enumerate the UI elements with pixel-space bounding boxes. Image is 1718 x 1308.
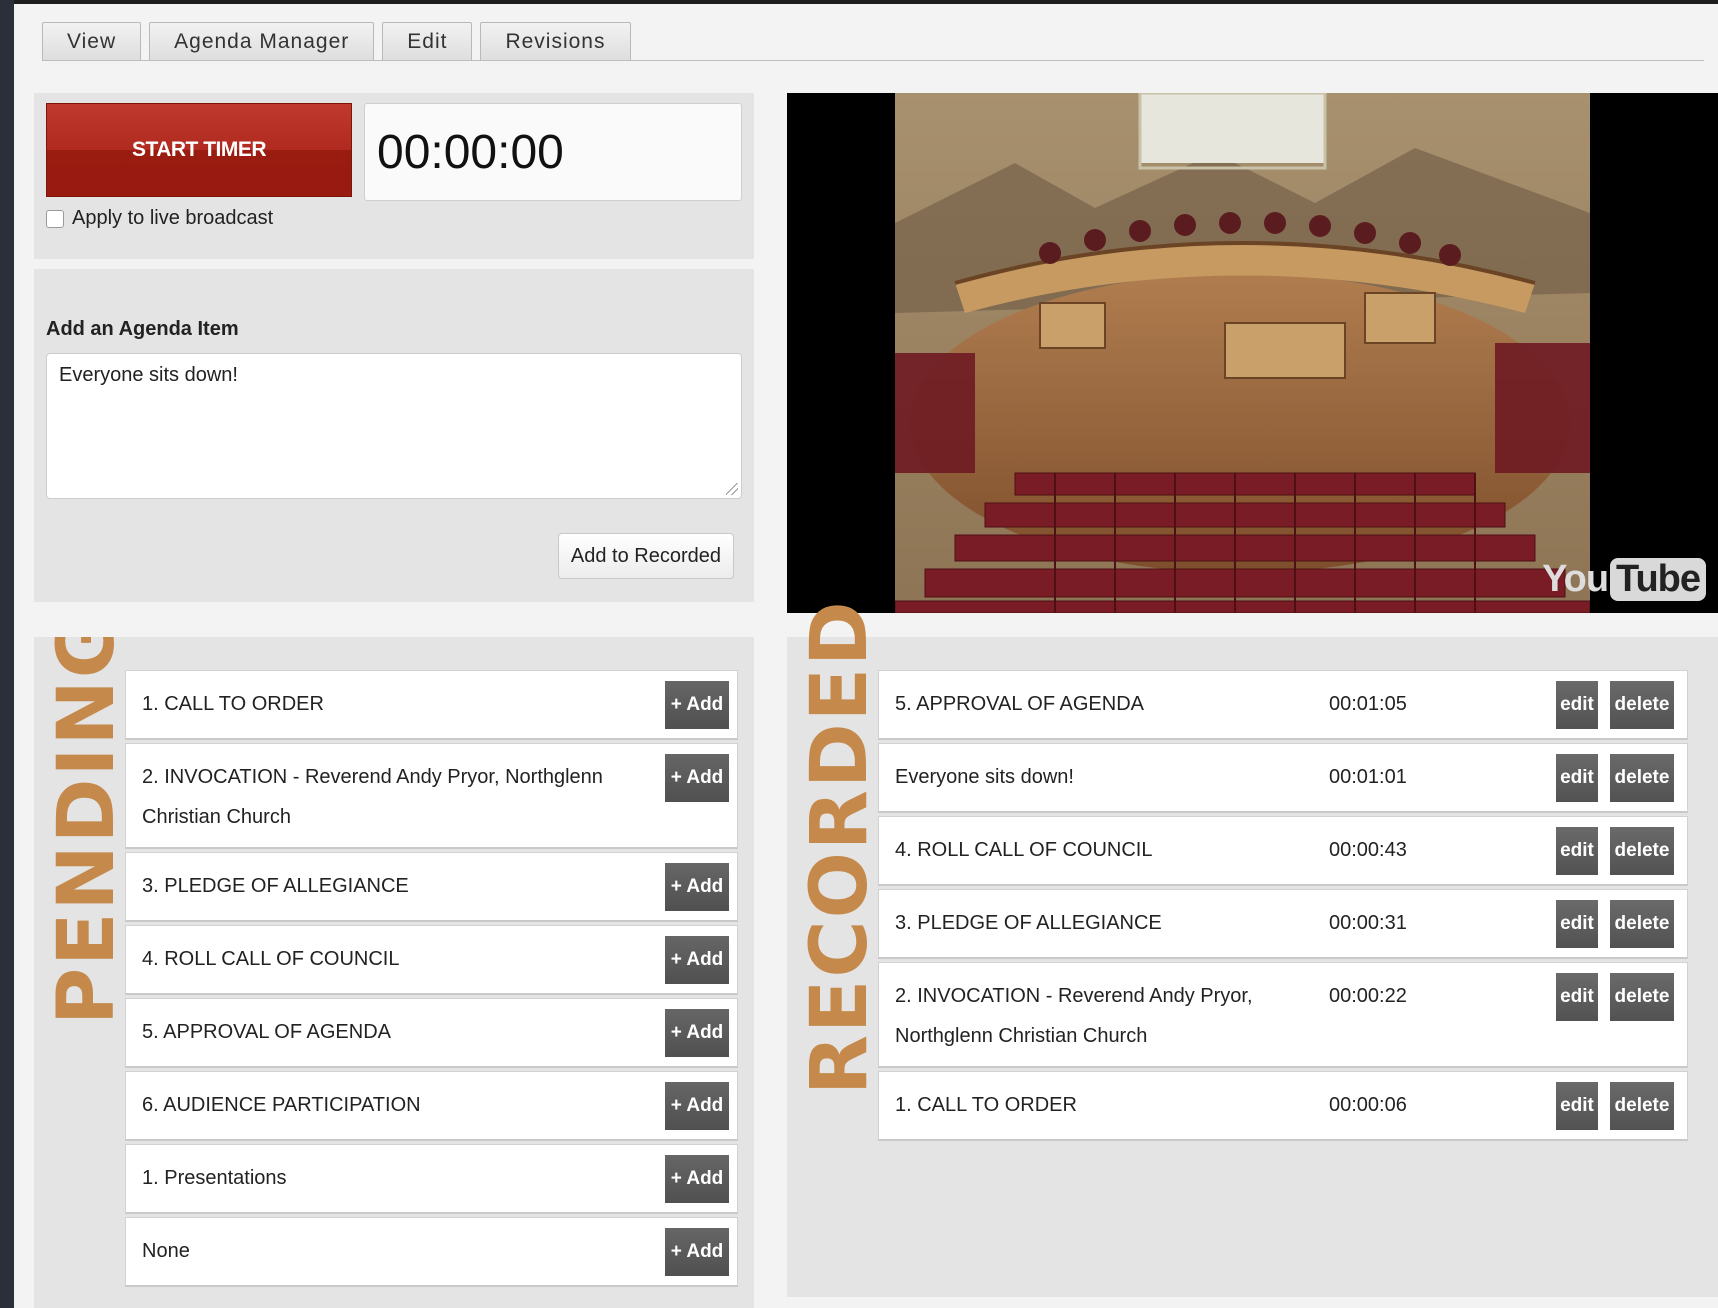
add-item-button[interactable]: + Add <box>665 863 729 911</box>
recorded-item: 2. INVOCATION - Reverend Andy Pryor, Nor… <box>878 962 1688 1068</box>
pending-item-label: 1. CALL TO ORDER <box>142 693 324 715</box>
delete-button[interactable]: delete <box>1610 1082 1674 1130</box>
pending-item-label: 6. AUDIENCE PARTICIPATION <box>142 1094 421 1116</box>
recorded-item-time: 00:00:06 <box>1329 1094 1407 1116</box>
recorded-item-label: 4. ROLL CALL OF COUNCIL <box>895 839 1153 861</box>
recorded-item-label: 2. INVOCATION - Reverend Andy Pryor, Nor… <box>895 985 1253 1047</box>
pending-item: 2. INVOCATION - Reverend Andy Pryor, Nor… <box>125 743 738 849</box>
edit-button[interactable]: edit <box>1556 681 1598 729</box>
recorded-item-label: 5. APPROVAL OF AGENDA <box>895 693 1144 715</box>
youtube-logo-tube: Tube <box>1610 558 1706 601</box>
tab-view[interactable]: View <box>42 22 142 60</box>
recorded-item-label: 3. PLEDGE OF ALLEGIANCE <box>895 912 1162 934</box>
pending-item: 4. ROLL CALL OF COUNCIL + Add <box>125 925 738 995</box>
delete-button[interactable]: delete <box>1610 973 1674 1021</box>
pending-item-label: 2. INVOCATION - Reverend Andy Pryor, Nor… <box>142 766 603 828</box>
delete-button[interactable]: delete <box>1610 827 1674 875</box>
pending-item: 5. APPROVAL OF AGENDA + Add <box>125 998 738 1068</box>
agenda-manager-window: View Agenda Manager Edit Revisions START… <box>14 0 1718 1308</box>
tab-agenda-manager[interactable]: Agenda Manager <box>149 22 375 60</box>
pending-item: 1. Presentations + Add <box>125 1144 738 1214</box>
broadcast-label: Apply to live broadcast <box>72 207 274 229</box>
timer-panel: START TIMER 00:00:00 Apply to live broad… <box>34 93 754 259</box>
recorded-item-time: 00:01:01 <box>1329 766 1407 788</box>
recorded-panel: RECORDED 5. APPROVAL OF AGENDA 00:01:05 ed… <box>787 599 1718 1297</box>
pending-item-label: 3. PLEDGE OF ALLEGIANCE <box>142 875 409 897</box>
pending-item-label: 1. Presentations <box>142 1167 287 1189</box>
add-item-button[interactable]: + Add <box>665 681 729 729</box>
broadcast-option[interactable]: Apply to live broadcast <box>46 207 273 230</box>
pending-item: None + Add <box>125 1217 738 1287</box>
recorded-item-time: 00:00:22 <box>1329 985 1407 1007</box>
add-to-recorded-button[interactable]: Add to Recorded <box>557 533 734 579</box>
recorded-heading: RECORDED <box>795 599 885 1095</box>
youtube-logo-you: You <box>1542 558 1609 600</box>
pending-item: 1. CALL TO ORDER + Add <box>125 670 738 740</box>
recorded-item: 5. APPROVAL OF AGENDA 00:01:05 edit delete <box>878 670 1688 740</box>
tab-divider <box>42 60 1704 61</box>
pending-item-label: 4. ROLL CALL OF COUNCIL <box>142 948 400 970</box>
add-item-button[interactable]: + Add <box>665 1228 729 1276</box>
edit-button[interactable]: edit <box>1556 973 1598 1021</box>
recorded-list: 5. APPROVAL OF AGENDA 00:01:05 edit delete E… <box>878 670 1688 1144</box>
recorded-item: 1. CALL TO ORDER 00:00:06 edit delete <box>878 1071 1688 1141</box>
tab-revisions[interactable]: Revisions <box>480 22 631 60</box>
video-player[interactable]: You Tube <box>787 93 1718 613</box>
delete-button[interactable]: delete <box>1610 681 1674 729</box>
recorded-item: Everyone sits down! 00:01:01 edit delete <box>878 743 1688 813</box>
delete-button[interactable]: delete <box>1610 900 1674 948</box>
add-agenda-item-label: Add an Agenda Item <box>46 318 239 340</box>
recorded-item-label: Everyone sits down! <box>895 766 1074 788</box>
recorded-item-time: 00:00:31 <box>1329 912 1407 934</box>
resize-grip-icon[interactable] <box>726 483 738 495</box>
tab-edit[interactable]: Edit <box>382 22 473 60</box>
recorded-item-label: 1. CALL TO ORDER <box>895 1094 1077 1116</box>
pending-item-label: None <box>142 1240 190 1262</box>
recorded-item: 4. ROLL CALL OF COUNCIL 00:00:43 edit delet… <box>878 816 1688 886</box>
timer-display: 00:00:00 <box>364 103 742 201</box>
broadcast-checkbox[interactable] <box>46 209 64 228</box>
edit-button[interactable]: edit <box>1556 1082 1598 1130</box>
pending-item: 3. PLEDGE OF ALLEGIANCE + Add <box>125 852 738 922</box>
add-item-button[interactable]: + Add <box>665 936 729 984</box>
add-item-button[interactable]: + Add <box>665 1155 729 1203</box>
recorded-item-time: 00:00:43 <box>1329 839 1407 861</box>
add-item-button[interactable]: + Add <box>665 1009 729 1057</box>
pending-panel: PENDING 1. CALL TO ORDER + Add 2. INVOCATI… <box>34 637 754 1308</box>
tab-bar: View Agenda Manager Edit Revisions <box>42 22 631 60</box>
pending-item: 6. AUDIENCE PARTICIPATION + Add <box>125 1071 738 1141</box>
youtube-logo[interactable]: You Tube <box>1542 558 1706 601</box>
agenda-item-textarea[interactable]: Everyone sits down! <box>46 353 742 499</box>
recorded-item: 3. PLEDGE OF ALLEGIANCE 00:00:31 edit delet… <box>878 889 1688 959</box>
video-frame-council-chamber <box>895 93 1590 613</box>
pending-item-label: 5. APPROVAL OF AGENDA <box>142 1021 391 1043</box>
add-item-button[interactable]: + Add <box>665 1082 729 1130</box>
edit-button[interactable]: edit <box>1556 754 1598 802</box>
start-timer-button[interactable]: START TIMER <box>46 103 352 197</box>
pending-heading: PENDING <box>42 637 132 1025</box>
add-agenda-item-panel: Add an Agenda Item Everyone sits down! A… <box>34 269 754 602</box>
edit-button[interactable]: edit <box>1556 827 1598 875</box>
recorded-item-time: 00:01:05 <box>1329 693 1407 715</box>
pending-list: 1. CALL TO ORDER + Add 2. INVOCATION - Rev… <box>125 670 738 1290</box>
add-item-button[interactable]: + Add <box>665 754 729 802</box>
edit-button[interactable]: edit <box>1556 900 1598 948</box>
agenda-item-text: Everyone sits down! <box>59 364 238 386</box>
delete-button[interactable]: delete <box>1610 754 1674 802</box>
